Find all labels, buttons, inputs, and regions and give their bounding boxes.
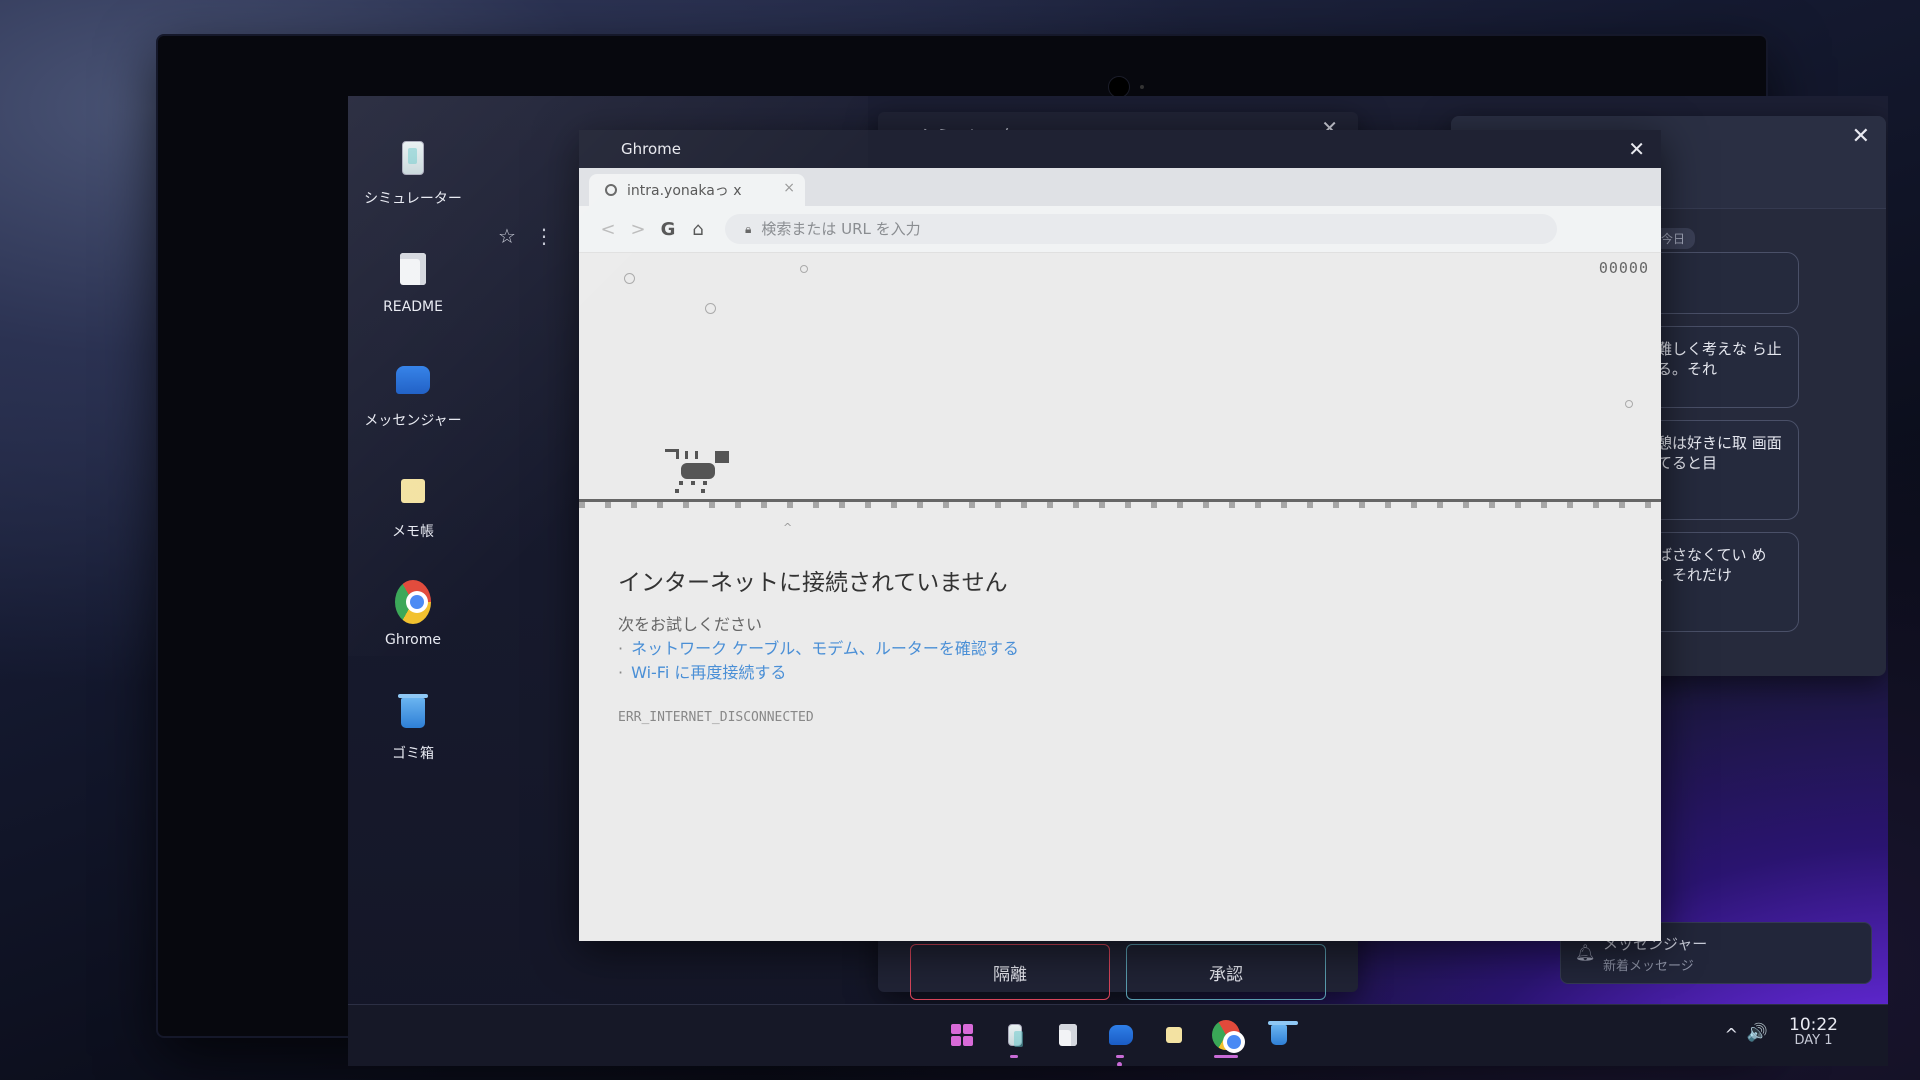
tab-title: intra.yonakaっ x bbox=[627, 183, 742, 199]
star-icon[interactable]: ☆ bbox=[498, 224, 516, 248]
taskbar: ^ 🔊 10:22 DAY 1 bbox=[348, 1004, 1888, 1066]
tab-close-icon[interactable]: × bbox=[783, 180, 795, 196]
page-content: 00000 ^ インターネットに接続されていません 次をお試しください · ネッ… bbox=[579, 253, 1661, 941]
game-score: 00000 bbox=[1598, 259, 1649, 277]
game-ground-texture bbox=[579, 502, 1661, 508]
browser-window-title: Ghrome bbox=[621, 140, 681, 158]
system-tray-chevron-icon[interactable]: ^ bbox=[1725, 1025, 1738, 1044]
desktop-icon-label: シミュレーター bbox=[364, 191, 462, 207]
taskbar-messenger[interactable] bbox=[1107, 1021, 1135, 1049]
messenger-close-button[interactable]: ✕ bbox=[1852, 124, 1870, 149]
reload-google-icon[interactable]: G bbox=[653, 219, 683, 240]
cloud-icon bbox=[1625, 400, 1633, 408]
taskbar-indicator-active bbox=[1214, 1055, 1238, 1058]
chat-icon bbox=[1109, 1025, 1133, 1045]
browser-icon bbox=[1212, 1020, 1245, 1053]
desktop-icon-label: Ghrome bbox=[385, 632, 441, 648]
quarantine-button[interactable]: 隔離 bbox=[910, 944, 1110, 1000]
webcam-icon bbox=[1108, 76, 1130, 98]
tab-strip: intra.yonakaっ x × bbox=[579, 168, 1661, 206]
browser-title-bar[interactable]: Ghrome ✕ bbox=[579, 130, 1661, 168]
omnibox[interactable]: 🔒︎ bbox=[725, 214, 1557, 244]
desktop-icon-readme[interactable]: README bbox=[358, 237, 468, 348]
notification-subtitle: 新着メッセージ bbox=[1603, 959, 1694, 974]
phone-icon bbox=[402, 141, 424, 175]
forward-button[interactable]: > bbox=[623, 219, 653, 240]
navigation-bar: < > G ⌂ 🔒︎ bbox=[579, 206, 1661, 253]
memo-icon bbox=[1166, 1027, 1182, 1043]
desktop-icon-memo[interactable]: メモ帳 bbox=[358, 459, 468, 570]
taskbar-trash[interactable] bbox=[1265, 1021, 1298, 1049]
desktop-tools: ☆ ⋮ bbox=[498, 224, 554, 248]
browser-close-button[interactable]: ✕ bbox=[1628, 137, 1645, 161]
dino-game-sprite[interactable] bbox=[665, 449, 735, 497]
clock[interactable]: 10:22 DAY 1 bbox=[1789, 1017, 1838, 1049]
taskbar-simulator[interactable] bbox=[1001, 1021, 1029, 1049]
desktop-icon-label: ゴミ箱 bbox=[392, 746, 434, 762]
trash-icon bbox=[398, 694, 428, 728]
taskbar-ghrome[interactable] bbox=[1212, 1020, 1245, 1053]
cloud-icon bbox=[705, 303, 716, 314]
memo-icon bbox=[401, 479, 425, 503]
cloud-icon bbox=[624, 273, 635, 284]
caret-icon: ^ bbox=[783, 521, 793, 534]
document-icon bbox=[400, 253, 426, 285]
browser-window: Ghrome ✕ intra.yonakaっ x × < > G ⌂ 🔒︎ 検索… bbox=[579, 130, 1661, 941]
bell-icon: 🔔︎ bbox=[1575, 943, 1596, 962]
trash-icon bbox=[1268, 1021, 1298, 1045]
more-menu-icon[interactable]: ⋮ bbox=[534, 224, 554, 248]
browser-icon bbox=[395, 580, 431, 624]
home-icon[interactable]: ⌂ bbox=[683, 219, 713, 240]
webcam-led bbox=[1140, 85, 1144, 89]
taskbar-indicator bbox=[1116, 1055, 1124, 1058]
desktop-icon-simulator[interactable]: シミュレーター bbox=[358, 126, 468, 237]
volume-icon[interactable]: 🔊 bbox=[1747, 1023, 1768, 1043]
desktop-icon-column: シミュレーター README メッセンジャー メモ帳 Ghrome ゴミ箱 bbox=[358, 126, 468, 792]
clock-day: DAY 1 bbox=[1794, 1033, 1833, 1048]
taskbar-readme[interactable] bbox=[1054, 1021, 1082, 1049]
suggestion-reconnect-wifi[interactable]: · Wi-Fi に再度接続する bbox=[618, 659, 786, 683]
desktop-icon-ghrome[interactable]: Ghrome bbox=[358, 570, 468, 681]
approve-button[interactable]: 承認 bbox=[1126, 944, 1326, 1000]
desktop-icon-label: メモ帳 bbox=[392, 524, 434, 540]
start-grid-icon bbox=[951, 1024, 973, 1046]
error-title: インターネットに接続されていません bbox=[618, 570, 1008, 596]
suggestion-text: Wi-Fi に再度接続する bbox=[631, 663, 787, 682]
cloud-icon bbox=[800, 265, 808, 273]
taskbar-indicator bbox=[1010, 1055, 1018, 1058]
tab-favicon-icon bbox=[605, 184, 617, 196]
phone-icon bbox=[1008, 1024, 1023, 1047]
start-button[interactable] bbox=[948, 1021, 976, 1049]
clock-time: 10:22 bbox=[1789, 1015, 1838, 1035]
desktop-icon-label: メッセンジャー bbox=[364, 413, 462, 429]
suggestion-text: ネットワーク ケーブル、モデム、ルーターを確認する bbox=[631, 639, 1019, 658]
monitor-bezel: シミュレーター ✕ 隔離 承認 ✕ 今日 。難しく考えな ら止める。それ 休憩は… bbox=[158, 36, 1888, 1066]
url-input[interactable] bbox=[759, 219, 1524, 239]
desktop-icon-trash[interactable]: ゴミ箱 bbox=[358, 681, 468, 792]
browser-tab[interactable]: intra.yonakaっ x × bbox=[589, 174, 805, 206]
error-subtitle: 次をお試しください bbox=[618, 615, 763, 634]
desktop-icon-label: README bbox=[383, 299, 443, 315]
desktop-icon-messenger[interactable]: メッセンジャー bbox=[358, 348, 468, 459]
lock-icon: 🔒︎ bbox=[745, 221, 752, 236]
suggestion-check-cable[interactable]: · ネットワーク ケーブル、モデム、ルーターを確認する bbox=[618, 635, 1019, 659]
document-icon bbox=[1059, 1024, 1077, 1046]
focus-dot bbox=[1117, 1062, 1122, 1066]
error-code: ERR_INTERNET_DISCONNECTED bbox=[618, 710, 814, 725]
back-button[interactable]: < bbox=[593, 219, 623, 240]
desktop-screen: シミュレーター ✕ 隔離 承認 ✕ 今日 。難しく考えな ら止める。それ 休憩は… bbox=[348, 96, 1888, 1066]
taskbar-memo[interactable] bbox=[1160, 1021, 1188, 1049]
chat-icon bbox=[396, 366, 430, 394]
